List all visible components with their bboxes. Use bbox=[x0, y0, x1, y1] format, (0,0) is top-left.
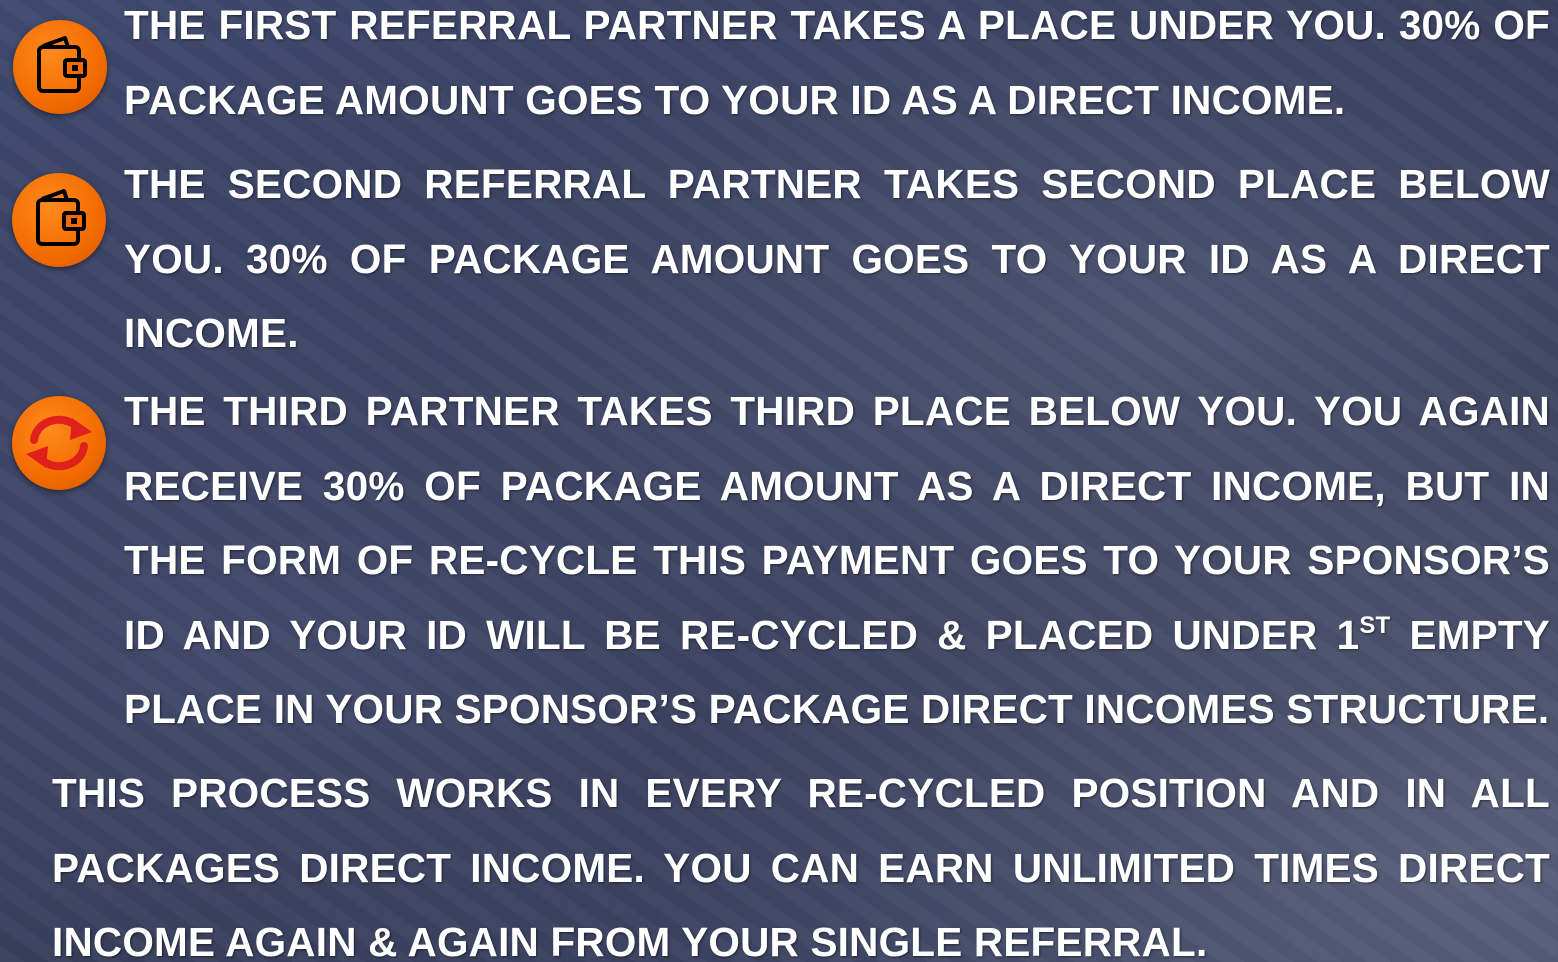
second-referral-paragraph: THE SECOND REFERRAL PARTNER TAKES SECOND… bbox=[124, 161, 1550, 356]
first-referral-paragraph: THE FIRST REFERRAL PARTNER TAKES A PLACE… bbox=[124, 2, 1550, 123]
wallet-icon bbox=[12, 173, 106, 267]
wallet-icon bbox=[13, 20, 107, 114]
third-referral-paragraph: THE THIRD PARTNER TAKES THIRD PLACE BELO… bbox=[124, 374, 1550, 747]
third-paragraph-text: THE THIRD PARTNER TAKES THIRD PLACE BELO… bbox=[124, 388, 1550, 658]
summary-paragraph: THIS PROCESS WORKS IN EVERY RE-CYCLED PO… bbox=[52, 770, 1550, 962]
recycle-icon bbox=[12, 396, 106, 490]
ordinal-suffix: ST bbox=[1359, 611, 1391, 639]
